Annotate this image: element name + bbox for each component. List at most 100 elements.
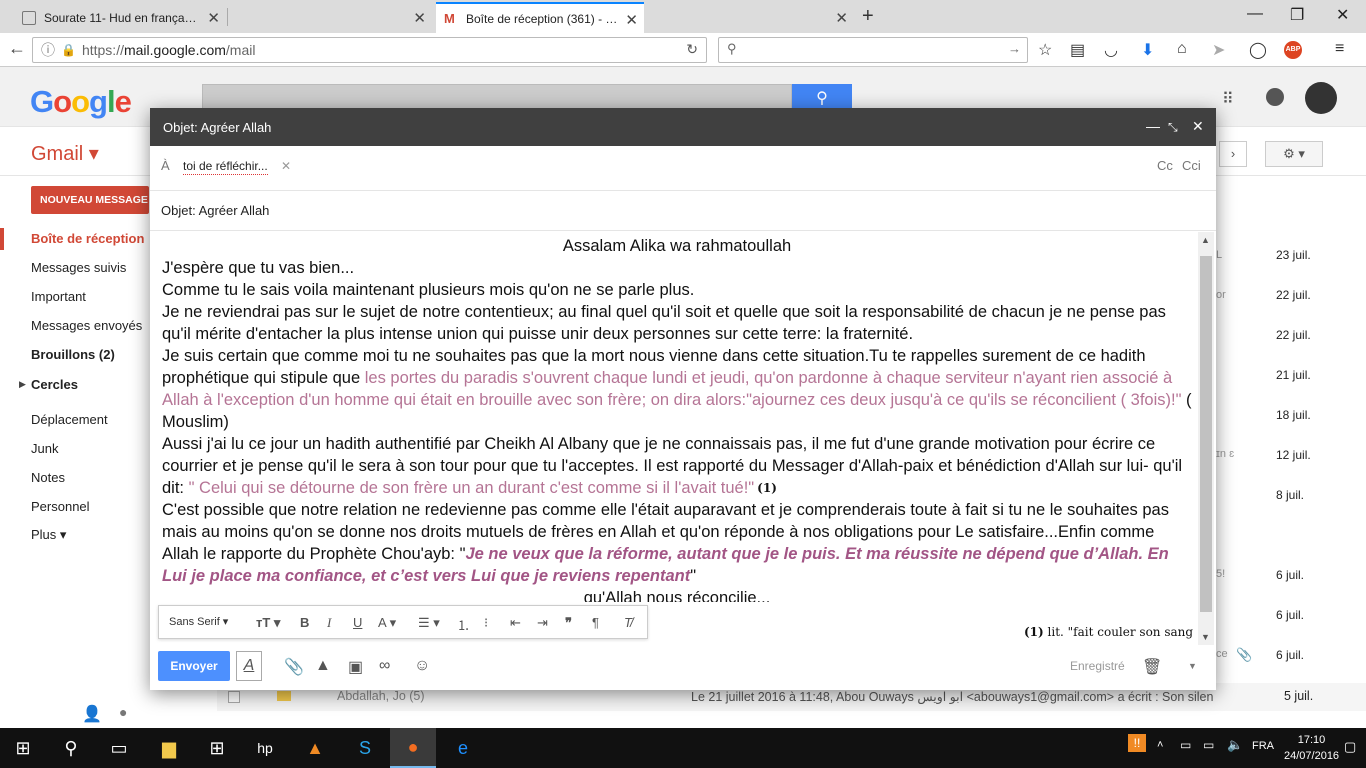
more-options-icon[interactable]: ▼ [1188,661,1197,671]
sidebar-item-circles[interactable]: Cercles [31,377,78,392]
store-icon[interactable]: ⊞ [194,728,240,768]
person-icon[interactable]: 👤 [82,704,102,724]
remove-formatting-icon[interactable]: T̸ [624,615,632,630]
bcc-link[interactable]: Cci [1182,158,1201,173]
close-window-icon[interactable]: ✕ [1336,5,1349,25]
browser-tab[interactable]: ✕ [232,2,432,33]
sidebar-item-personnel[interactable]: Personnel [31,499,90,514]
minimize-window-icon[interactable]: — [1247,5,1263,23]
cc-link[interactable]: Cc [1157,158,1173,173]
discard-draft-icon[interactable]: 🗑 [1142,657,1162,677]
recipient-chip[interactable]: toi de réfléchir... [183,159,268,175]
send-icon[interactable]: ➤ [1212,40,1225,60]
notifications-icon[interactable]: ▢ [1344,739,1356,755]
scroll-up-icon[interactable]: ▲ [1201,235,1210,245]
tray-chevron-icon[interactable]: ˄ [1157,739,1163,751]
compose-header[interactable]: Objet: Agréer Allah — ⤡ ✕ [150,108,1216,146]
download-icon[interactable]: ⬇ [1141,40,1154,60]
underline-icon[interactable]: U [353,615,362,630]
clock[interactable]: 17:10 24/07/2016 [1284,732,1339,764]
avatar[interactable] [1305,82,1337,114]
new-tab-icon[interactable]: + [862,5,874,28]
sidebar-item-important[interactable]: Important [31,289,86,304]
search-icon[interactable]: ⚲ [48,728,94,768]
subject-field[interactable]: Objet: Agréer Allah [150,191,1216,231]
task-view-icon[interactable]: ▭ [96,728,142,768]
vlc-icon[interactable]: ▲ [292,728,338,768]
next-page-icon[interactable]: › [1219,141,1247,167]
browser-tab-active[interactable]: M Boîte de réception (361) - … ✕ [436,2,644,33]
sidebar-item-more[interactable]: Plus ▾ [31,527,66,543]
sidebar-item-sent[interactable]: Messages envoyés [31,318,142,333]
start-button[interactable]: ⊞ [0,728,46,768]
remove-recipient-icon[interactable]: ✕ [281,159,291,173]
url-bar[interactable]: ⓘ 🔒 https://mail.google.com/mail ↻ [32,37,707,63]
italic-icon[interactable]: I [327,615,331,631]
file-explorer-icon[interactable]: ▆ [146,728,192,768]
formatting-options-icon[interactable]: A [236,651,262,681]
insert-emoji-icon[interactable]: ☺ [414,657,430,675]
scrollbar-thumb[interactable] [1200,256,1212,612]
network-icon[interactable]: ▭ [1180,738,1191,752]
language-indicator[interactable]: FRA [1252,740,1274,752]
volume-icon[interactable]: 🔈 [1227,737,1243,753]
gmail-app-menu[interactable]: Gmail ▾ [31,141,99,166]
reload-icon[interactable]: ↻ [686,41,698,58]
bold-icon[interactable]: B [300,615,309,630]
sidebar-item-starred[interactable]: Messages suivis [31,260,126,275]
back-icon[interactable]: ← [8,38,26,59]
apps-grid-icon[interactable]: ⠿ [1222,89,1234,109]
home-icon[interactable]: ⌂ [1177,40,1187,58]
display-icon[interactable]: ▭ [1203,738,1214,752]
hangouts-icon[interactable]: ● [119,704,127,720]
notifications-icon[interactable] [1266,88,1284,106]
sidebar-item-notes[interactable]: Notes [31,470,65,485]
firefox-icon[interactable]: ● [390,728,436,768]
font-family-select[interactable]: Sans Serif ▾ [169,615,228,628]
bookmark-star-icon[interactable]: ☆ [1038,40,1052,60]
browser-tab[interactable]: Sourate 11- Hud en françа… ✕ [14,2,226,33]
hp-icon[interactable]: hp [242,728,288,768]
close-tab-icon[interactable]: ✕ [207,9,220,27]
body-scrollbar[interactable]: ▲ ▼ [1198,232,1214,645]
important-marker-icon[interactable] [277,691,291,701]
close-tab-icon[interactable]: ✕ [413,9,426,27]
edge-icon[interactable]: e [440,728,486,768]
reading-list-icon[interactable]: ▤ [1070,40,1085,60]
adblock-icon[interactable]: ABP [1284,41,1302,59]
skype-icon[interactable]: S [342,728,388,768]
google-drive-icon[interactable]: ▲ [315,657,331,675]
insert-link-icon[interactable]: ∞ [379,657,390,675]
quote-icon[interactable]: ❞ [565,615,572,631]
text-color-icon[interactable]: A ▾ [378,615,396,631]
browser-tab[interactable]: ✕ [648,2,854,33]
indent-less-icon[interactable]: ⇤ [510,615,521,631]
new-message-button[interactable]: NOUVEAU MESSAGE [31,186,149,214]
chat-icon[interactable]: ◯ [1249,40,1267,60]
alert-icon[interactable]: !! [1128,734,1146,752]
scroll-down-icon[interactable]: ▼ [1201,632,1210,642]
menu-icon[interactable]: ≡ [1335,40,1344,58]
sidebar-item-deplacement[interactable]: Déplacement [31,412,108,427]
close-tab-icon[interactable]: ✕ [625,11,638,29]
restore-window-icon[interactable]: ❐ [1290,5,1304,25]
search-bar[interactable]: ⚲ → [718,37,1028,63]
attach-file-icon[interactable]: 📎 [284,657,304,677]
sidebar-item-drafts[interactable]: Brouillons (2) [31,347,115,362]
insert-photo-icon[interactable]: ▣ [348,657,363,677]
sidebar-item-inbox[interactable]: Boîte de réception [31,231,144,246]
to-field[interactable]: À toi de réfléchir... ✕ Cc Cci [150,146,1216,191]
align-icon[interactable]: ☰ ▾ [418,615,440,631]
bulleted-list-icon[interactable]: ⁝ [484,615,488,631]
message-body[interactable]: Assalam Alika wa rahmatoullah J'espère q… [150,232,1198,602]
numbered-list-icon[interactable]: ⒈ [457,615,470,634]
row-checkbox[interactable] [228,691,240,703]
go-arrow-icon[interactable]: → [1008,41,1021,56]
paragraph-direction-icon[interactable]: ¶ [592,615,599,630]
settings-gear-icon[interactable]: ⚙ ▾ [1265,141,1323,167]
font-size-icon[interactable]: тT ▾ [256,615,280,631]
expand-circles-icon[interactable]: ▶ [19,379,26,390]
minimize-compose-icon[interactable]: — [1146,118,1160,134]
pocket-icon[interactable]: ◡ [1104,40,1118,60]
subject-input[interactable]: Objet: Agréer Allah [161,203,269,218]
